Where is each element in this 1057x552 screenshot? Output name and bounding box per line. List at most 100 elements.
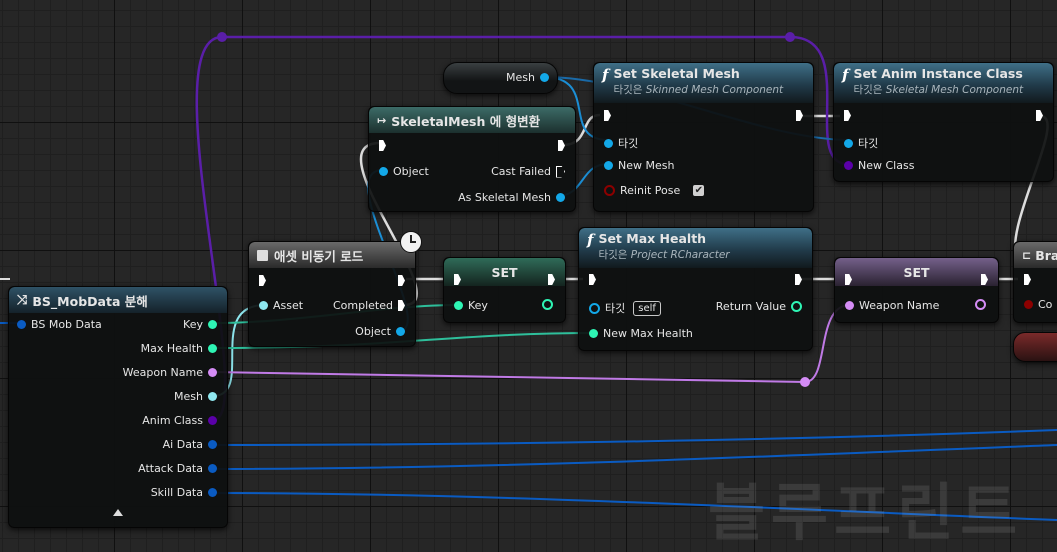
- set-anim-class-node[interactable]: f Set Anim Instance Class 타깃은 Skeletal M…: [833, 62, 1054, 182]
- pin-label: Max Health: [140, 342, 203, 355]
- pin-bs-mob-data[interactable]: BS Mob Data: [17, 318, 107, 331]
- bool-pin-icon: [1024, 300, 1033, 309]
- node-title: SET: [491, 264, 518, 280]
- pin-mesh[interactable]: Mesh: [501, 71, 549, 84]
- pin-cast-failed[interactable]: Cast Failed: [486, 165, 565, 178]
- subtitle-prefix: 타깃은: [598, 249, 628, 261]
- bool-pin-icon: [604, 185, 615, 196]
- exec-in-pin[interactable]: [604, 110, 611, 121]
- subtitle-target: Project RCharacter: [630, 249, 730, 261]
- pin-anim-class[interactable]: Anim Class: [137, 414, 217, 427]
- pin-label: Asset: [273, 299, 304, 312]
- pin-new-max-health[interactable]: New Max Health: [589, 327, 698, 340]
- pin-condition[interactable]: Co: [1024, 298, 1057, 311]
- exec-in-pin[interactable]: [379, 140, 386, 151]
- pin-ai-data[interactable]: Ai Data: [158, 438, 217, 451]
- pin-label: Key: [183, 318, 203, 331]
- pin-as-skeletal-mesh[interactable]: As Skeletal Mesh: [453, 191, 565, 204]
- pin-reinit-pose[interactable]: Reinit Pose ✔: [604, 184, 705, 197]
- cast-header: ↦ SkeletalMesh 에 형변환: [369, 107, 575, 133]
- pin-label: Reinit Pose: [620, 184, 681, 197]
- exec-icon: [795, 274, 802, 285]
- break-struct-header: ⤨ BS_MobData 분해: [9, 287, 227, 313]
- pin-attack-data[interactable]: Attack Data: [133, 462, 217, 475]
- self-default-box[interactable]: self: [633, 300, 661, 316]
- pin-skill-data[interactable]: Skill Data: [146, 486, 217, 499]
- pin-label: 타깃: [858, 137, 879, 150]
- exec-icon: [548, 274, 555, 285]
- exec-icon: [845, 274, 852, 285]
- collapse-pins-button[interactable]: [113, 509, 123, 516]
- exec-in-pin[interactable]: [1024, 274, 1031, 285]
- pin-label: New Mesh: [618, 159, 675, 172]
- object-pin-icon: [604, 161, 613, 170]
- branch-node[interactable]: ⊏ Bra Co: [1013, 241, 1057, 323]
- pin-weapon-name-in[interactable]: Weapon Name: [845, 299, 944, 312]
- pin-new-mesh[interactable]: New Mesh: [604, 159, 679, 172]
- set-weapon-name-node[interactable]: SET Weapon Name: [834, 257, 999, 323]
- exec-icon: [259, 275, 266, 286]
- struct-pin-icon: [208, 440, 217, 449]
- pin-label: BS Mob Data: [31, 318, 102, 331]
- exec-out-pin[interactable]: [795, 274, 802, 285]
- pin-target[interactable]: 타깃: [604, 135, 643, 151]
- function-icon: f: [587, 231, 594, 249]
- break-struct-node[interactable]: ⤨ BS_MobData 분해 BS Mob Data Key Max Heal…: [8, 286, 228, 528]
- pin-key-in[interactable]: Key: [454, 299, 493, 312]
- pin-new-class[interactable]: New Class: [844, 159, 919, 172]
- pin-key[interactable]: Key: [178, 318, 217, 331]
- pin-completed[interactable]: Completed: [328, 299, 405, 312]
- pin-weapon-name[interactable]: Weapon Name: [118, 366, 217, 379]
- exec-icon: [981, 274, 988, 285]
- subtitle-prefix: 타깃은: [853, 84, 883, 96]
- node-title: SET: [903, 264, 930, 280]
- pin-asset[interactable]: Asset: [259, 299, 308, 312]
- set-max-health-node[interactable]: f Set Max Health 타깃은 Project RCharacter …: [578, 227, 813, 351]
- exec-out-pin[interactable]: [398, 275, 405, 286]
- pin-weapon-name-out[interactable]: [975, 299, 986, 310]
- exec-out-pin[interactable]: [558, 140, 565, 151]
- exec-in-pin[interactable]: [845, 274, 852, 285]
- exec-out-pin[interactable]: [796, 110, 803, 121]
- reinit-pose-checkbox[interactable]: ✔: [693, 185, 705, 196]
- name-pin-icon: [542, 299, 553, 310]
- pin-label: Weapon Name: [859, 299, 940, 312]
- pin-label: Object: [355, 325, 391, 338]
- node-title: BS_MobData 분해: [32, 293, 148, 309]
- set-max-health-header: f Set Max Health 타깃은 Project RCharacter: [579, 228, 812, 268]
- set-key-node[interactable]: SET Key: [443, 257, 566, 323]
- node-title: Bra: [1035, 247, 1057, 263]
- pin-object[interactable]: Object: [379, 165, 434, 178]
- pin-target[interactable]: 타깃: [844, 135, 883, 151]
- node-subtitle: 타깃은 Project RCharacter: [598, 247, 729, 263]
- pin-max-health[interactable]: Max Health: [136, 342, 217, 355]
- pin-label: Mesh: [174, 390, 203, 403]
- pin-key-out[interactable]: [542, 299, 553, 310]
- latent-clock-icon: [400, 231, 422, 253]
- triangle-up-icon: [113, 509, 123, 516]
- pin-return-value[interactable]: Return Value: [711, 300, 802, 313]
- cast-node[interactable]: ↦ SkeletalMesh 에 형변환 Object Cast Failed …: [368, 106, 576, 212]
- subtitle-prefix: 타깃은: [613, 84, 643, 96]
- exec-out-pin[interactable]: [548, 274, 555, 285]
- pin-object[interactable]: Object: [350, 325, 405, 338]
- pin-label: 타깃: [618, 137, 639, 150]
- exec-in-pin[interactable]: [259, 275, 266, 286]
- exec-in-pin[interactable]: [844, 110, 851, 121]
- set-skeletal-mesh-node[interactable]: f Set Skeletal Mesh 타깃은 Skinned Mesh Com…: [593, 62, 814, 212]
- pin-target[interactable]: 타깃 self: [589, 300, 661, 316]
- mesh-getter-node[interactable]: Mesh: [443, 62, 558, 94]
- struct-pin-icon: [17, 320, 26, 329]
- node-subtitle: 타깃은 Skinned Mesh Component: [613, 82, 783, 98]
- exec-in-pin[interactable]: [589, 274, 596, 285]
- pin-mesh[interactable]: Mesh: [169, 390, 217, 403]
- function-icon: f: [602, 66, 609, 84]
- exec-out-pin[interactable]: [1036, 110, 1043, 121]
- exec-out-pin[interactable]: [981, 274, 988, 285]
- async-load-node[interactable]: 애셋 비동기 로드 Asset Completed Object: [248, 241, 416, 347]
- branch-icon: ⊏: [1022, 248, 1032, 262]
- exec-in-pin[interactable]: [454, 274, 461, 285]
- exec-icon: [796, 110, 803, 121]
- partial-node[interactable]: [1013, 332, 1057, 362]
- name-pin-icon: [975, 299, 986, 310]
